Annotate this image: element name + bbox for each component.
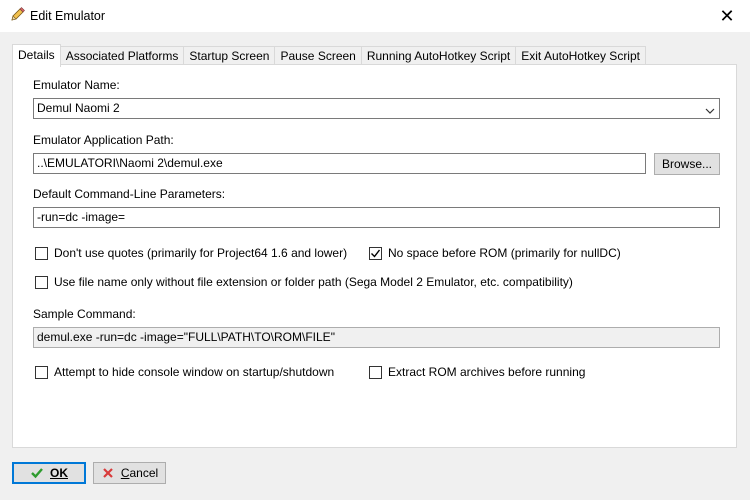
cancel-button[interactable]: Cancel	[93, 462, 166, 484]
tab-associated-platforms[interactable]: Associated Platforms	[59, 46, 185, 66]
ok-button[interactable]: OK	[12, 462, 86, 484]
tab-running-autohotkey-script[interactable]: Running AutoHotkey Script	[360, 46, 517, 66]
tab-pause-screen[interactable]: Pause Screen	[274, 46, 362, 66]
hide-console-label: Attempt to hide console window on startu…	[54, 365, 335, 379]
emulator-name-combo[interactable]: Demul Naomi 2	[33, 98, 720, 119]
no-space-label: No space before ROM (primarily for nullD…	[388, 246, 621, 260]
dont-use-quotes-checkbox[interactable]: Don't use quotes (primarily for Project6…	[35, 246, 347, 260]
tab-details[interactable]: Details	[12, 44, 61, 67]
app-path-label: Emulator Application Path:	[33, 133, 174, 147]
title-bar: Edit Emulator ✕	[0, 0, 750, 32]
ok-label: OK	[50, 466, 68, 480]
checkmark-icon	[371, 249, 381, 258]
checkbox-box	[35, 275, 48, 289]
chevron-down-icon	[705, 103, 715, 114]
close-icon: ✕	[719, 5, 735, 26]
checkmark-icon	[31, 468, 43, 479]
cancel-x-icon	[103, 468, 113, 478]
file-name-only-label: Use file name only without file extensio…	[54, 275, 573, 289]
window-title: Edit Emulator	[30, 9, 106, 23]
tab-startup-screen[interactable]: Startup Screen	[183, 46, 276, 66]
dont-use-quotes-label: Don't use quotes (primarily for Project6…	[54, 246, 348, 260]
checkbox-box	[35, 246, 48, 260]
tab-strip: Details Associated Platforms Startup Scr…	[12, 44, 646, 67]
browse-button[interactable]: Browse...	[654, 153, 720, 175]
cmdline-label: Default Command-Line Parameters:	[33, 187, 226, 201]
checkbox-box	[369, 246, 382, 260]
app-path-input[interactable]: ..\EMULATORI\Naomi 2\demul.exe	[33, 153, 646, 174]
extract-rom-checkbox[interactable]: Extract ROM archives before running	[369, 365, 585, 379]
extract-rom-label: Extract ROM archives before running	[388, 365, 586, 379]
checkbox-box	[35, 365, 48, 379]
details-panel: Emulator Name: Demul Naomi 2 Emulator Ap…	[12, 64, 737, 448]
cmdline-input[interactable]: -run=dc -image=	[33, 207, 720, 228]
checkbox-box	[369, 365, 382, 379]
edit-emulator-window: Edit Emulator ✕ Details Associated Platf…	[0, 0, 750, 500]
hide-console-checkbox[interactable]: Attempt to hide console window on startu…	[35, 365, 334, 379]
pencil-icon	[9, 7, 25, 23]
emulator-name-label: Emulator Name:	[33, 78, 120, 92]
sample-command-label: Sample Command:	[33, 307, 136, 321]
file-name-only-checkbox[interactable]: Use file name only without file extensio…	[35, 275, 573, 289]
no-space-checkbox[interactable]: No space before ROM (primarily for nullD…	[369, 246, 621, 260]
cancel-label: Cancel	[120, 466, 159, 480]
close-button[interactable]: ✕	[704, 0, 750, 32]
sample-command-field: demul.exe -run=dc -image="FULL\PATH\TO\R…	[33, 327, 720, 348]
emulator-name-value: Demul Naomi 2	[37, 101, 120, 115]
tab-exit-autohotkey-script[interactable]: Exit AutoHotkey Script	[515, 46, 646, 66]
